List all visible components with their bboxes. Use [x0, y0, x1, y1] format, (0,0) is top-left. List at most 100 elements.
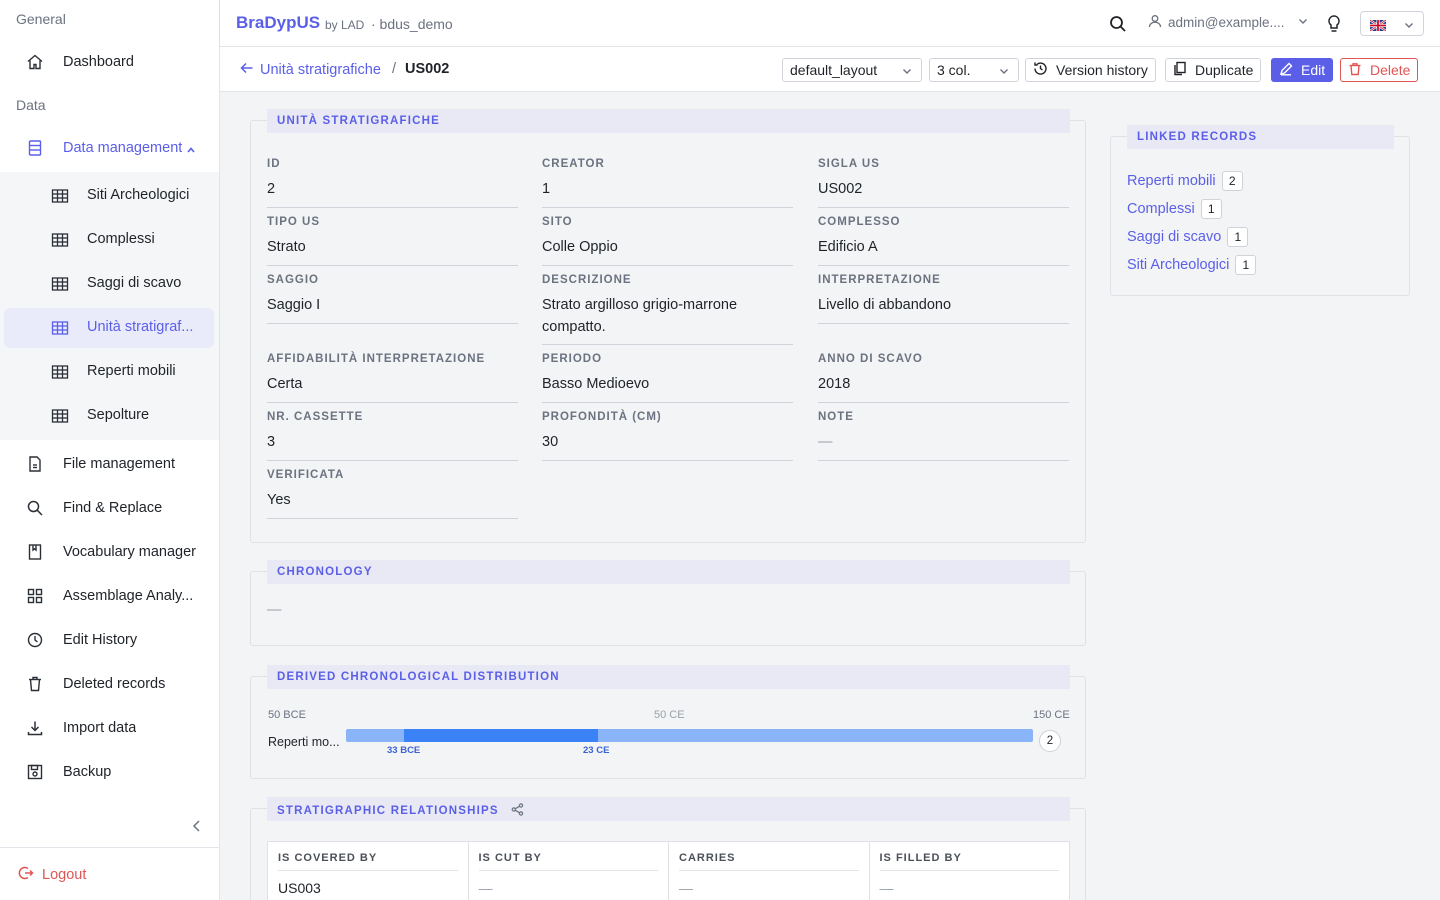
brand-by: by LAD — [325, 18, 365, 32]
field-creator: CREATOR 1 — [542, 158, 793, 208]
pencil-icon — [1279, 62, 1293, 79]
sidebar-item-complessi[interactable]: Complessi — [4, 220, 214, 260]
sidebar-item-file-management[interactable]: File management — [4, 444, 214, 484]
sidebar-item-find-replace[interactable]: Find & Replace — [4, 488, 214, 528]
sidebar-item-edit-history[interactable]: Edit History — [4, 620, 214, 660]
sidebar-item-assemblage-analysis[interactable]: Assemblage Analy... — [4, 576, 214, 616]
relationship-value[interactable]: US003 — [278, 880, 458, 896]
relationship-value: — — [679, 880, 693, 896]
sidebar-item-label: File management — [63, 456, 176, 472]
field-id: ID 2 — [267, 158, 518, 208]
top-bar: BraDypUS by LAD · bdus_demo admin@exampl… — [220, 0, 1440, 47]
breadcrumb-separator: / — [392, 61, 397, 77]
linked-record-link[interactable]: Saggi di scavo — [1127, 229, 1221, 245]
field-label: PROFONDITÀ (CM) — [542, 411, 662, 423]
field-interpretazione: INTERPRETAZIONE Livello di abbandono — [818, 274, 1069, 324]
field-value: Livello di abbandono — [818, 297, 952, 313]
layout-select[interactable]: default_layout — [782, 58, 922, 82]
share-icon[interactable] — [511, 803, 524, 819]
field-value: Certa — [267, 376, 303, 392]
sidebar-item-import-data[interactable]: Import data — [4, 708, 214, 748]
save-icon — [26, 763, 44, 781]
field-tipo-us: TIPO US Strato — [267, 216, 518, 266]
linked-record-link[interactable]: Complessi — [1127, 201, 1195, 217]
relationship-label: IS CUT BY — [478, 852, 658, 871]
version-history-label: Version history — [1056, 62, 1148, 78]
sidebar-item-label: Deleted records — [63, 676, 166, 692]
sidebar-subitem-label: Reperti mobili — [87, 363, 176, 379]
sidebar-item-deleted-records[interactable]: Deleted records — [4, 664, 214, 704]
field-label: SITO — [542, 216, 573, 228]
section-data-label: Data — [16, 97, 46, 113]
logout-button[interactable]: Logout — [18, 865, 86, 885]
sidebar-item-reperti-mobili[interactable]: Reperti mobili — [4, 352, 214, 392]
columns-select[interactable]: 3 col. — [929, 58, 1019, 82]
field-value: Basso Medioevo — [542, 376, 650, 392]
search-icon[interactable] — [1108, 14, 1128, 34]
collapse-sidebar-icon[interactable] — [188, 816, 206, 836]
sidebar-item-saggi-di-scavo[interactable]: Saggi di scavo — [4, 264, 214, 304]
sidebar-subitem-label: Sepolture — [87, 407, 150, 423]
user-icon — [1148, 14, 1162, 31]
linked-record-link[interactable]: Reperti mobili — [1127, 173, 1216, 189]
logout-label: Logout — [42, 867, 87, 883]
card-title: DERIVED CHRONOLOGICAL DISTRIBUTION — [267, 665, 1070, 689]
field-value: 2018 — [818, 376, 851, 392]
card-title: CHRONOLOGY — [267, 560, 1070, 584]
sidebar-subitem-label: Siti Archeologici — [87, 187, 190, 203]
linked-record-link[interactable]: Siti Archeologici — [1127, 257, 1229, 273]
duplicate-button[interactable]: Duplicate — [1165, 58, 1262, 82]
delete-label: Delete — [1370, 62, 1411, 78]
field-label: ANNO DI SCAVO — [818, 353, 923, 365]
sidebar-item-dashboard[interactable]: Dashboard — [4, 42, 214, 82]
chronology-value: — — [267, 602, 282, 618]
field-nr-cassette: NR. CASSETTE 3 — [267, 411, 518, 461]
relationship-column: IS CUT BY — — [467, 841, 668, 900]
field-label: ID — [267, 158, 281, 170]
sidebar-item-vocabulary-manager[interactable]: Vocabulary manager — [4, 532, 214, 572]
sidebar-item-unita-stratigrafiche[interactable]: Unità stratigraf... — [4, 308, 214, 348]
edit-button[interactable]: Edit — [1271, 58, 1334, 82]
sidebar-item-backup[interactable]: Backup — [4, 752, 214, 792]
sidebar-subitem-label: Complessi — [87, 231, 155, 247]
field-saggio: SAGGIO Saggio I — [267, 274, 518, 324]
sidebar-item-label: Assemblage Analy... — [63, 588, 194, 604]
field-anno-di-scavo: ANNO DI SCAVO 2018 — [818, 353, 1069, 403]
file-icon — [26, 455, 44, 473]
lightbulb-icon[interactable] — [1325, 14, 1343, 34]
section-general-label: General — [16, 11, 66, 27]
history-icon — [1033, 61, 1048, 79]
axis-label-start: 50 BCE — [268, 709, 306, 721]
distribution-row-label: Reperti mo... — [268, 735, 340, 749]
count-badge: 2 — [1221, 171, 1243, 191]
language-select[interactable] — [1360, 11, 1424, 36]
user-menu[interactable]: admin@example.... — [1148, 14, 1309, 31]
linked-record-item: Siti Archeologici 1 — [1127, 251, 1257, 279]
uk-flag-icon — [1369, 18, 1387, 34]
page-header: Unità stratigrafiche / US002 default_lay… — [220, 47, 1440, 92]
chevron-down-icon — [1403, 18, 1415, 34]
relationships-title: STRATIGRAPHIC RELATIONSHIPS — [277, 805, 499, 817]
delete-button[interactable]: Delete — [1340, 58, 1419, 82]
sidebar-item-siti-archeologici[interactable]: Siti Archeologici — [4, 176, 214, 216]
record-card: UNITÀ STRATIGRAFICHE ID 2 CREATOR 1 SIGL… — [250, 109, 1086, 543]
breadcrumb-parent: Unità stratigrafiche — [260, 62, 381, 78]
distribution-card: DERIVED CHRONOLOGICAL DISTRIBUTION 50 BC… — [250, 665, 1086, 779]
brand-logo[interactable]: BraDypUS — [236, 13, 320, 33]
sidebar-item-sepolture[interactable]: Sepolture — [4, 396, 214, 436]
distribution-range-bar[interactable] — [404, 729, 598, 742]
field-label: NOTE — [818, 411, 854, 423]
breadcrumb-back-link[interactable]: Unità stratigrafiche — [240, 61, 381, 79]
sidebar-item-data-management[interactable]: Data management — [4, 128, 214, 168]
grid-icon — [26, 587, 44, 605]
field-value: 1 — [542, 181, 551, 197]
field-verificata: VERIFICATA Yes — [267, 469, 518, 519]
table-icon — [51, 363, 69, 381]
table-icon — [51, 319, 69, 337]
version-history-button[interactable]: Version history — [1025, 58, 1156, 82]
field-label: PERIODO — [542, 353, 603, 365]
relationship-label: IS FILLED BY — [879, 852, 1059, 871]
arrow-left-icon — [240, 61, 254, 79]
linked-records-list: Reperti mobili 2 Complessi 1 Saggi di sc… — [1127, 167, 1257, 279]
sidebar-subitem-label: Unità stratigraf... — [87, 319, 194, 335]
